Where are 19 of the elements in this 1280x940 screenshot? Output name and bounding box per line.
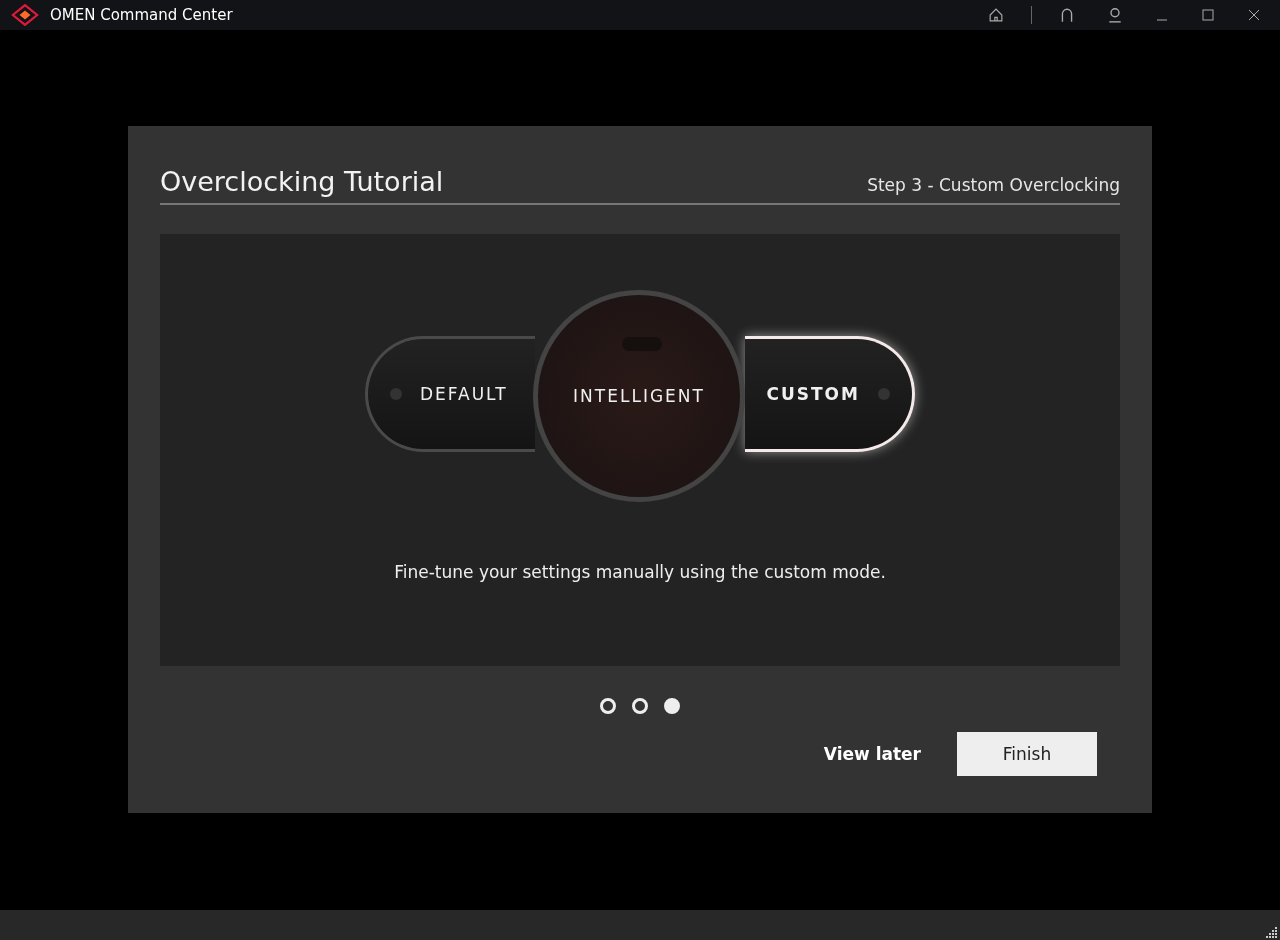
resize-grip-icon[interactable]	[1266, 926, 1278, 938]
step-label: Step 3 - Custom Overclocking	[867, 175, 1120, 197]
bell-icon[interactable]	[1060, 7, 1074, 23]
view-later-button[interactable]: View later	[823, 736, 921, 772]
description-text: Fine-tune your settings manually using the custom mode.	[394, 562, 886, 582]
maximize-icon[interactable]	[1202, 9, 1214, 21]
user-icon[interactable]	[1108, 7, 1122, 23]
window-title: OMEN Command Center	[50, 6, 233, 24]
dialog-title: Overclocking Tutorial	[160, 166, 444, 197]
close-icon[interactable]	[1248, 9, 1260, 21]
home-icon[interactable]	[989, 8, 1003, 22]
logo-icon	[10, 4, 40, 26]
mode-option[interactable]: INTELLIGENT	[533, 290, 745, 502]
mode-option[interactable]: CUSTOM	[745, 336, 915, 452]
page-indicator[interactable]	[664, 698, 680, 714]
page-indicator[interactable]	[600, 698, 616, 714]
finish-button[interactable]: Finish	[957, 732, 1097, 776]
page-indicator[interactable]	[632, 698, 648, 714]
mode-option[interactable]: DEFAULT	[365, 336, 535, 452]
